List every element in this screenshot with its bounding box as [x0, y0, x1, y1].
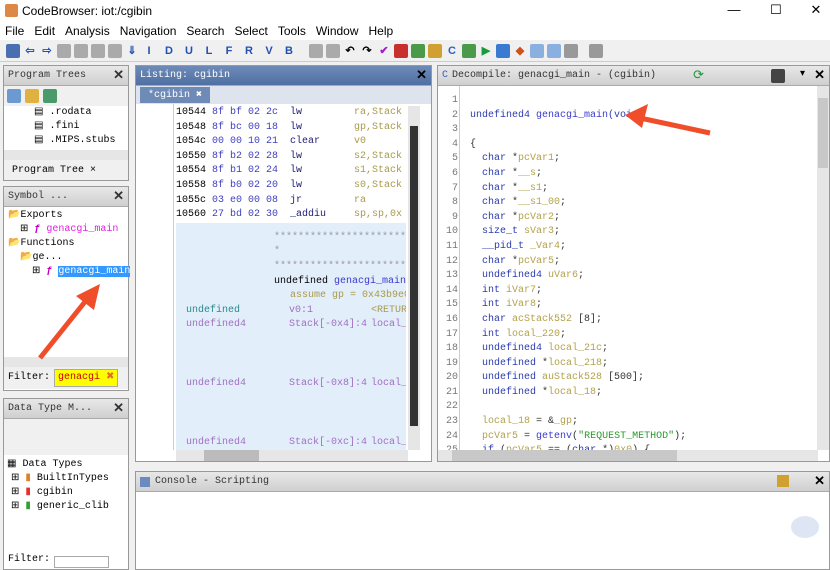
arrow-icon	[38, 284, 100, 360]
annotation-arrows	[38, 104, 711, 360]
arrow-icon	[625, 104, 711, 136]
